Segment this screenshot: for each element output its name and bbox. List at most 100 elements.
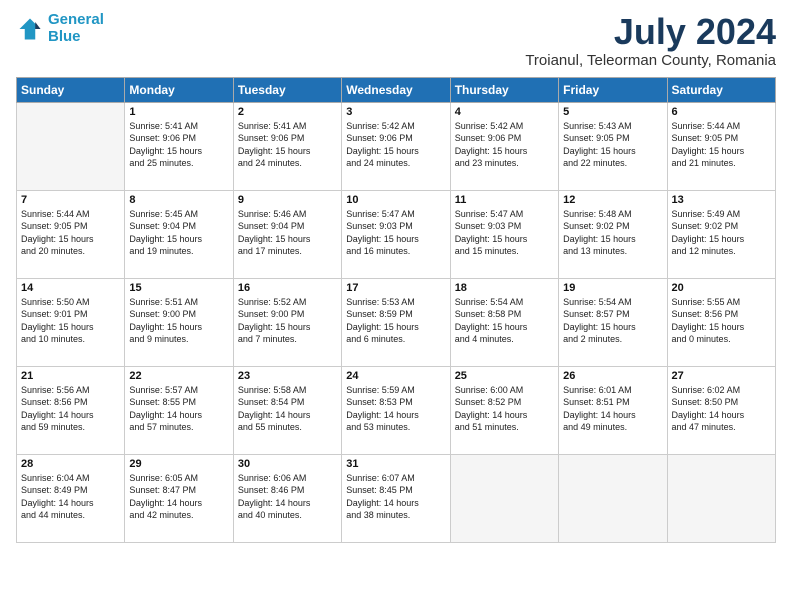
- day-info: Sunrise: 5:41 AM Sunset: 9:06 PM Dayligh…: [238, 120, 337, 170]
- day-number: 16: [238, 282, 337, 294]
- day-number: 7: [21, 194, 120, 206]
- day-number: 19: [563, 282, 662, 294]
- day-number: 21: [21, 370, 120, 382]
- calendar-cell: 25 Sunrise: 6:00 AM Sunset: 8:52 PM Dayli…: [450, 366, 558, 454]
- day-number: 26: [563, 370, 662, 382]
- calendar-cell: 12 Sunrise: 5:48 AM Sunset: 9:02 PM Dayli…: [559, 190, 667, 278]
- calendar-cell: 6Sunrise: 5:44 AM Sunset: 9:05 PM Daylig…: [667, 102, 775, 190]
- calendar-cell: 9 Sunrise: 5:46 AM Sunset: 9:04 PM Daylig…: [233, 190, 341, 278]
- calendar-cell: 11Sunrise: 5:47 AM Sunset: 9:03 PM Dayli…: [450, 190, 558, 278]
- calendar-cell: 3 Sunrise: 5:42 AM Sunset: 9:06 PM Daylig…: [342, 102, 450, 190]
- calendar-cell: 26 Sunrise: 6:01 AM Sunset: 8:51 PM Dayli…: [559, 366, 667, 454]
- day-number: 31: [346, 458, 445, 470]
- day-info: Sunrise: 5:54 AM Sunset: 8:58 PM Dayligh…: [455, 296, 554, 346]
- calendar-cell: 28Sunrise: 6:04 AM Sunset: 8:49 PM Dayli…: [17, 454, 125, 542]
- day-info: Sunrise: 5:49 AM Sunset: 9:02 PM Dayligh…: [672, 208, 771, 258]
- day-number: 17: [346, 282, 445, 294]
- day-number: 27: [672, 370, 771, 382]
- logo-line2: Blue: [48, 28, 81, 45]
- day-info: Sunrise: 6:05 AM Sunset: 8:47 PM Dayligh…: [129, 472, 228, 522]
- calendar-cell: 27 Sunrise: 6:02 AM Sunset: 8:50 PM Dayli…: [667, 366, 775, 454]
- day-info: Sunrise: 5:44 AM Sunset: 9:05 PM Dayligh…: [21, 208, 120, 258]
- calendar-cell: [667, 454, 775, 542]
- calendar-cell: 20 Sunrise: 5:55 AM Sunset: 8:56 PM Dayli…: [667, 278, 775, 366]
- day-number: 3: [346, 106, 445, 118]
- calendar-cell: 10Sunrise: 5:47 AM Sunset: 9:03 PM Dayli…: [342, 190, 450, 278]
- main-title: July 2024: [525, 12, 776, 52]
- calendar-header-row: SundayMondayTuesdayWednesdayThursdayFrid…: [17, 77, 776, 102]
- calendar-cell: 8 Sunrise: 5:45 AM Sunset: 9:04 PM Daylig…: [125, 190, 233, 278]
- day-info: Sunrise: 5:55 AM Sunset: 8:56 PM Dayligh…: [672, 296, 771, 346]
- day-info: Sunrise: 5:42 AM Sunset: 9:06 PM Dayligh…: [455, 120, 554, 170]
- day-number: 11: [455, 194, 554, 206]
- day-number: 5: [563, 106, 662, 118]
- calendar-header-tuesday: Tuesday: [233, 77, 341, 102]
- calendar-cell: 5 Sunrise: 5:43 AM Sunset: 9:05 PM Daylig…: [559, 102, 667, 190]
- day-info: Sunrise: 5:59 AM Sunset: 8:53 PM Dayligh…: [346, 384, 445, 434]
- calendar-cell: 31Sunrise: 6:07 AM Sunset: 8:45 PM Dayli…: [342, 454, 450, 542]
- day-info: Sunrise: 6:02 AM Sunset: 8:50 PM Dayligh…: [672, 384, 771, 434]
- day-info: Sunrise: 6:00 AM Sunset: 8:52 PM Dayligh…: [455, 384, 554, 434]
- calendar-cell: 2 Sunrise: 5:41 AM Sunset: 9:06 PM Daylig…: [233, 102, 341, 190]
- calendar-week-5: 28Sunrise: 6:04 AM Sunset: 8:49 PM Dayli…: [17, 454, 776, 542]
- calendar-header-friday: Friday: [559, 77, 667, 102]
- calendar-cell: 14 Sunrise: 5:50 AM Sunset: 9:01 PM Dayli…: [17, 278, 125, 366]
- calendar-cell: [450, 454, 558, 542]
- day-info: Sunrise: 5:41 AM Sunset: 9:06 PM Dayligh…: [129, 120, 228, 170]
- calendar-cell: 21 Sunrise: 5:56 AM Sunset: 8:56 PM Dayli…: [17, 366, 125, 454]
- day-info: Sunrise: 5:58 AM Sunset: 8:54 PM Dayligh…: [238, 384, 337, 434]
- day-info: Sunrise: 5:47 AM Sunset: 9:03 PM Dayligh…: [346, 208, 445, 258]
- day-info: Sunrise: 6:04 AM Sunset: 8:49 PM Dayligh…: [21, 472, 120, 522]
- calendar-header-saturday: Saturday: [667, 77, 775, 102]
- calendar-header-monday: Monday: [125, 77, 233, 102]
- logo-line1: General: [48, 11, 104, 28]
- calendar-week-3: 14 Sunrise: 5:50 AM Sunset: 9:01 PM Dayli…: [17, 278, 776, 366]
- day-info: Sunrise: 5:46 AM Sunset: 9:04 PM Dayligh…: [238, 208, 337, 258]
- calendar-cell: 17Sunrise: 5:53 AM Sunset: 8:59 PM Dayli…: [342, 278, 450, 366]
- day-info: Sunrise: 5:50 AM Sunset: 9:01 PM Dayligh…: [21, 296, 120, 346]
- day-number: 30: [238, 458, 337, 470]
- day-info: Sunrise: 5:45 AM Sunset: 9:04 PM Dayligh…: [129, 208, 228, 258]
- calendar-cell: 29Sunrise: 6:05 AM Sunset: 8:47 PM Dayli…: [125, 454, 233, 542]
- calendar-header-wednesday: Wednesday: [342, 77, 450, 102]
- calendar-cell: 23 Sunrise: 5:58 AM Sunset: 8:54 PM Dayli…: [233, 366, 341, 454]
- day-info: Sunrise: 5:42 AM Sunset: 9:06 PM Dayligh…: [346, 120, 445, 170]
- day-number: 2: [238, 106, 337, 118]
- day-info: Sunrise: 6:01 AM Sunset: 8:51 PM Dayligh…: [563, 384, 662, 434]
- day-number: 25: [455, 370, 554, 382]
- day-number: 12: [563, 194, 662, 206]
- day-number: 18: [455, 282, 554, 294]
- logo-icon: [16, 15, 44, 43]
- day-number: 22: [129, 370, 228, 382]
- header: General Blue July 2024 Troianul, Teleorm…: [16, 12, 776, 69]
- calendar-cell: [559, 454, 667, 542]
- calendar-cell: 22 Sunrise: 5:57 AM Sunset: 8:55 PM Dayli…: [125, 366, 233, 454]
- day-number: 8: [129, 194, 228, 206]
- logo: General Blue: [16, 12, 104, 45]
- day-info: Sunrise: 5:54 AM Sunset: 8:57 PM Dayligh…: [563, 296, 662, 346]
- page: General Blue July 2024 Troianul, Teleorm…: [0, 0, 792, 612]
- day-info: Sunrise: 5:56 AM Sunset: 8:56 PM Dayligh…: [21, 384, 120, 434]
- day-info: Sunrise: 5:43 AM Sunset: 9:05 PM Dayligh…: [563, 120, 662, 170]
- calendar: SundayMondayTuesdayWednesdayThursdayFrid…: [16, 77, 776, 543]
- calendar-week-2: 7 Sunrise: 5:44 AM Sunset: 9:05 PM Daylig…: [17, 190, 776, 278]
- day-info: Sunrise: 5:48 AM Sunset: 9:02 PM Dayligh…: [563, 208, 662, 258]
- day-info: Sunrise: 5:51 AM Sunset: 9:00 PM Dayligh…: [129, 296, 228, 346]
- calendar-cell: 1Sunrise: 5:41 AM Sunset: 9:06 PM Daylig…: [125, 102, 233, 190]
- day-number: 20: [672, 282, 771, 294]
- day-info: Sunrise: 5:57 AM Sunset: 8:55 PM Dayligh…: [129, 384, 228, 434]
- day-number: 23: [238, 370, 337, 382]
- calendar-cell: 24Sunrise: 5:59 AM Sunset: 8:53 PM Dayli…: [342, 366, 450, 454]
- calendar-header-thursday: Thursday: [450, 77, 558, 102]
- calendar-cell: 30Sunrise: 6:06 AM Sunset: 8:46 PM Dayli…: [233, 454, 341, 542]
- day-number: 14: [21, 282, 120, 294]
- day-info: Sunrise: 5:52 AM Sunset: 9:00 PM Dayligh…: [238, 296, 337, 346]
- calendar-cell: [17, 102, 125, 190]
- day-number: 9: [238, 194, 337, 206]
- subtitle: Troianul, Teleorman County, Romania: [525, 52, 776, 69]
- title-block: July 2024 Troianul, Teleorman County, Ro…: [525, 12, 776, 69]
- calendar-cell: 19 Sunrise: 5:54 AM Sunset: 8:57 PM Dayli…: [559, 278, 667, 366]
- calendar-cell: 13 Sunrise: 5:49 AM Sunset: 9:02 PM Dayli…: [667, 190, 775, 278]
- calendar-cell: 7 Sunrise: 5:44 AM Sunset: 9:05 PM Daylig…: [17, 190, 125, 278]
- day-number: 13: [672, 194, 771, 206]
